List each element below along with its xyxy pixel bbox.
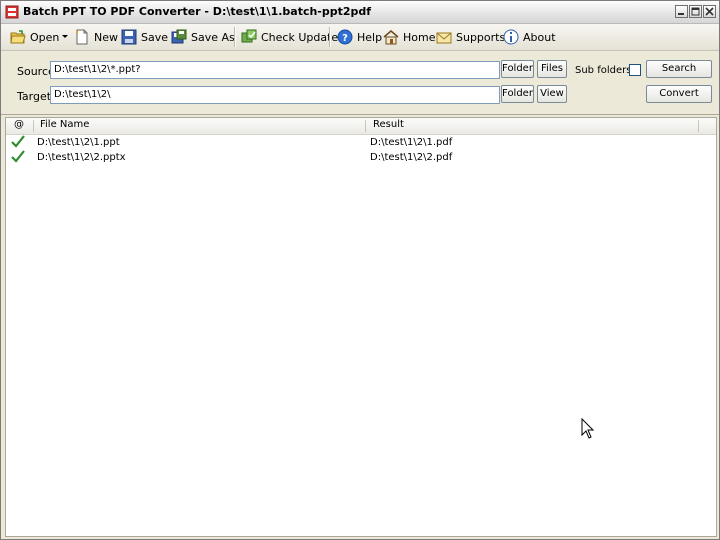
home-button[interactable]: Home (383, 27, 435, 47)
view-button[interactable]: View (537, 85, 567, 103)
file-list[interactable]: @ File Name Result D:\test\1\2\1.ppt D:\… (5, 117, 717, 537)
column-result[interactable]: Result (373, 119, 404, 130)
search-button[interactable]: Search (646, 60, 712, 78)
supports-label: Supports (456, 30, 506, 44)
supports-mail-icon (436, 32, 452, 44)
close-button[interactable] (703, 5, 716, 18)
app-icon (5, 5, 19, 19)
check-update-button[interactable]: Check Update (241, 27, 338, 47)
save-label: Save (141, 30, 169, 44)
column-separator (698, 120, 699, 132)
open-button[interactable]: Open (10, 27, 59, 47)
toolbar-separator (234, 27, 236, 47)
form-divider (1, 114, 719, 115)
home-label: Home (403, 30, 436, 44)
title-bar[interactable]: Batch PPT TO PDF Converter - D:\test\1\1… (1, 1, 719, 24)
help-label: Help (357, 30, 383, 44)
save-button[interactable]: Save (121, 27, 168, 47)
minimize-icon (678, 13, 684, 15)
list-header: @ File Name Result (6, 118, 716, 135)
column-status[interactable]: @ (14, 119, 24, 130)
target-input[interactable]: D:\test\1\2\ (50, 86, 500, 104)
mouse-pointer-icon (581, 418, 595, 439)
toolbar-separator (329, 27, 331, 47)
check-update-label: Check Update (261, 30, 339, 44)
about-label: About (523, 30, 556, 44)
save-as-icon (171, 29, 187, 44)
source-folder-button[interactable]: Folder (501, 60, 534, 78)
target-row: Target D:\test\1\2\ Folder View Convert (1, 85, 719, 109)
list-row[interactable]: D:\test\1\2\2.pptx D:\test\1\2\2.pdf (6, 150, 716, 165)
column-file-name[interactable]: File Name (40, 119, 89, 130)
source-files-button[interactable]: Files (537, 60, 567, 78)
help-button[interactable]: ? Help (337, 27, 382, 47)
toolbar: Open New Save Save As Check Update ? Hel… (1, 24, 719, 51)
supports-button[interactable]: Supports (436, 27, 505, 47)
chevron-down-icon (62, 35, 68, 38)
subfolders-checkbox[interactable] (629, 64, 641, 76)
row-file-name: D:\test\1\2\1.ppt (37, 137, 120, 148)
window-title: Batch PPT TO PDF Converter - D:\test\1\1… (23, 5, 372, 18)
maximize-button[interactable] (689, 5, 702, 18)
check-icon (11, 150, 25, 163)
new-label: New (94, 30, 118, 44)
new-document-icon (76, 29, 88, 45)
list-row[interactable]: D:\test\1\2\1.ppt D:\test\1\2\1.pdf (6, 135, 716, 150)
column-separator (365, 120, 366, 132)
row-result: D:\test\1\2\2.pdf (370, 152, 453, 163)
about-button[interactable]: About (503, 27, 556, 47)
row-result: D:\test\1\2\1.pdf (370, 137, 453, 148)
save-as-button[interactable]: Save As (171, 27, 235, 47)
svg-text:?: ? (342, 33, 348, 44)
maximize-icon (691, 7, 700, 16)
about-info-icon (503, 29, 519, 45)
save-as-label: Save As (191, 30, 235, 44)
open-label: Open (30, 30, 60, 44)
source-row: Source D:\test\1\2\*.ppt? Folder Files S… (1, 60, 719, 84)
close-icon (705, 7, 714, 16)
open-dropdown-arrow[interactable] (61, 27, 69, 47)
column-separator (33, 120, 34, 132)
subfolders-label: Sub folders (575, 65, 632, 76)
app-window: Batch PPT TO PDF Converter - D:\test\1\1… (0, 0, 720, 540)
check-icon (11, 135, 25, 148)
home-icon (383, 30, 399, 45)
save-disk-icon (121, 29, 137, 45)
target-folder-button[interactable]: Folder (501, 85, 534, 103)
help-icon: ? (337, 29, 353, 45)
new-button[interactable]: New (74, 27, 118, 47)
open-folder-icon (10, 30, 26, 44)
row-file-name: D:\test\1\2\2.pptx (37, 152, 126, 163)
target-label: Target (17, 90, 52, 103)
source-input[interactable]: D:\test\1\2\*.ppt? (50, 61, 500, 79)
convert-button[interactable]: Convert (646, 85, 712, 103)
update-icon (241, 29, 257, 43)
minimize-button[interactable] (675, 5, 688, 18)
